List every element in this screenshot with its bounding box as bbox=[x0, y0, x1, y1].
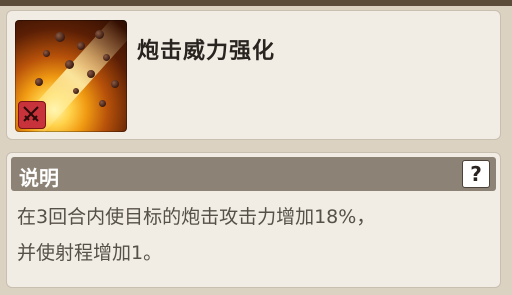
description-line: 在3回合内使目标的炮击攻击力增加18%， bbox=[17, 206, 376, 228]
icon-shell bbox=[55, 32, 65, 42]
icon-shell bbox=[43, 50, 50, 57]
icon-shell bbox=[111, 80, 119, 88]
icon-shell bbox=[73, 88, 79, 94]
help-button[interactable]: ? bbox=[462, 160, 490, 188]
description-line: 并使射程增加1。 bbox=[17, 242, 163, 264]
skill-header-card: 炮击威力强化 bbox=[6, 10, 501, 140]
description-text: 在3回合内使目标的炮击攻击力增加18%， 并使射程增加1。 bbox=[17, 199, 492, 271]
icon-shell bbox=[95, 30, 104, 39]
skill-name: 炮击威力强化 bbox=[137, 39, 276, 64]
crossed-swords-icon bbox=[18, 101, 46, 129]
icon-shell bbox=[35, 78, 43, 86]
icon-shell bbox=[87, 70, 95, 78]
description-panel: 说明 ? 在3回合内使目标的炮击攻击力增加18%， 并使射程增加1。 bbox=[6, 152, 501, 288]
top-border bbox=[0, 0, 512, 6]
skill-tooltip: 炮击威力强化 说明 ? 在3回合内使目标的炮击攻击力增加18%， 并使射程增加1… bbox=[0, 0, 512, 295]
icon-shell bbox=[99, 100, 106, 107]
icon-shell bbox=[77, 42, 85, 50]
icon-shell bbox=[65, 60, 74, 69]
description-header: 说明 ? bbox=[11, 157, 496, 191]
cannon-barrage-icon bbox=[15, 20, 127, 132]
description-title: 说明 bbox=[19, 166, 59, 190]
icon-shell bbox=[103, 54, 110, 61]
